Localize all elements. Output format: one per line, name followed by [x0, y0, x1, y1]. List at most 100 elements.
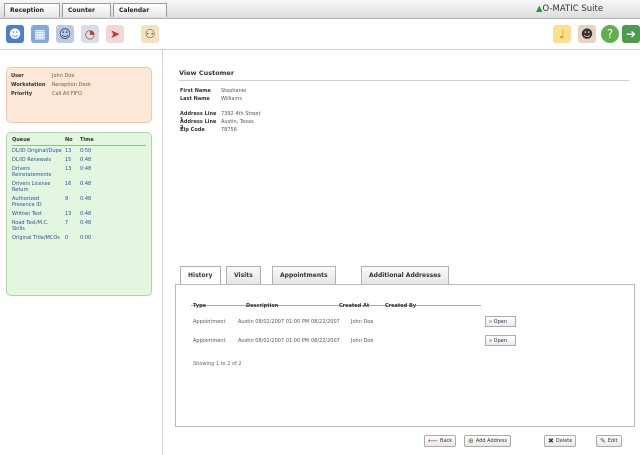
priority-label: Priority — [11, 91, 33, 97]
add-icon: ⊕ — [468, 436, 474, 445]
header-created-at: Created At — [339, 303, 370, 309]
queue-time: 0:48 — [80, 157, 92, 163]
queue-count: 13 — [65, 148, 72, 154]
row-type: Appointment — [193, 338, 226, 344]
row-created-by: John Doe — [351, 338, 374, 344]
queue-count: 16 — [65, 181, 72, 187]
open-button[interactable]: » Open — [485, 316, 516, 327]
open-button-label: Open — [493, 338, 508, 344]
user-value: John Doe — [52, 73, 75, 79]
customer-icon[interactable]: ☻ — [6, 25, 24, 43]
brand-logo: ▲O-MATIC Suite — [536, 4, 603, 14]
back-button-label: Back — [440, 438, 453, 444]
tab-history[interactable]: History — [180, 266, 221, 286]
queue-count: 13 — [65, 211, 72, 217]
queue-count: 7 — [65, 220, 69, 226]
last-name-field: Last Name Williams — [180, 96, 242, 102]
queue-header-time: Time — [80, 137, 94, 143]
queue-row[interactable]: Written Test 13 0:48 — [12, 211, 146, 217]
queue-name: Original Title/MCOs — [12, 235, 60, 241]
delete-icon: ✖ — [548, 436, 554, 445]
first-name-label: First Name — [180, 88, 211, 94]
edit-button[interactable]: ✎ Edit — [596, 435, 622, 447]
first-name-field: First Name Stephanie — [180, 88, 246, 94]
last-name-value: Williams — [221, 96, 242, 102]
queue-row[interactable]: Original Title/MCOs 0 0:00 — [12, 235, 146, 241]
row-type: Appointment — [193, 319, 226, 325]
queue-name: DL/ID Renewals — [12, 157, 51, 163]
queue-time: 0:00 — [80, 235, 92, 241]
header-created-by: Created By — [385, 303, 417, 309]
table-row: Appointment Austin 08/02/2007 01:00 PM 0… — [191, 318, 491, 328]
back-button[interactable]: ⟵ Back — [424, 435, 457, 447]
priority-value: Call All FIFO — [52, 91, 82, 97]
user-info-panel: User John Doe Workstation Reception Desk P… — [6, 67, 152, 123]
queue-header-no: No — [65, 137, 73, 143]
history-table-header: Type Description Created At Created By — [191, 303, 481, 309]
queue-name: Road Test/M.C. Skills — [12, 220, 49, 232]
workstation-label: Workstation — [11, 82, 46, 88]
queue-count: 15 — [65, 157, 72, 163]
tab-additional-addresses[interactable]: Additional Addresses — [361, 266, 449, 285]
row-created-by: John Doe — [351, 319, 374, 325]
workstation-value: Reception Desk — [52, 82, 91, 88]
queue-row[interactable]: DL/ID Renewals 15 0:48 — [12, 157, 146, 163]
row-description: Austin 08/02/2007 01:00 PM — [238, 338, 310, 344]
add-address-button-label: Add Address — [475, 438, 508, 444]
queue-row[interactable]: Drivers License Return 16 0:48 — [12, 181, 146, 193]
pie-chart-icon[interactable]: ◔ — [81, 25, 99, 43]
queue-row[interactable]: Drivers Reinstatements 13 0:48 — [12, 166, 146, 178]
queue-name: Authorized Presence ID — [12, 196, 42, 208]
header-description: Description — [246, 303, 279, 309]
queue-header: Queue No Time — [12, 137, 146, 146]
row-created-at: 08/22/2007 — [311, 319, 340, 325]
tab-counter[interactable]: Counter — [62, 3, 111, 17]
last-name-label: Last Name — [180, 96, 210, 102]
queue-time: 0:50 — [80, 148, 92, 154]
open-button[interactable]: » Open — [485, 335, 516, 346]
users-icon[interactable]: ☺ — [56, 25, 74, 43]
user-status-icon[interactable]: ☻ — [578, 25, 596, 43]
queue-time: 0:48 — [80, 196, 92, 202]
queue-count: 0 — [65, 235, 69, 241]
queue-header-queue: Queue — [12, 137, 31, 143]
queue-row[interactable]: Road Test/M.C. Skills 7 0:48 — [12, 220, 146, 232]
toolbar: ☻ ▦ ☺ ◔ ➤ ⚇ ♩ ☻ ? ➜ — [0, 20, 640, 50]
queue-name: Drivers License Return — [12, 181, 51, 193]
brand-name: O-MATIC Suite — [542, 4, 604, 14]
tab-appointments[interactable]: Appointments — [272, 266, 336, 285]
queue-row[interactable]: Authorized Presence ID 9 0:48 — [12, 196, 146, 208]
queue-row[interactable]: DL/ID Original/Dupe 13 0:50 — [12, 148, 146, 154]
top-tab-bar: Reception Counter Calendar ▲O-MATIC Suit… — [0, 0, 640, 19]
first-name-value: Stephanie — [221, 88, 247, 94]
bell-icon[interactable]: ♩ — [553, 25, 571, 43]
column-divider — [162, 50, 163, 455]
queue-time: 0:48 — [80, 211, 92, 217]
zip-code-label: Zip Code — [180, 127, 205, 133]
open-button-label: Open — [493, 319, 508, 325]
title-divider — [179, 80, 629, 81]
queue-time: 0:48 — [80, 181, 92, 187]
tab-calendar[interactable]: Calendar — [113, 3, 167, 17]
pushpin-icon[interactable]: ➤ — [106, 25, 124, 43]
people-icon[interactable]: ⚇ — [141, 25, 159, 43]
row-created-at: 08/22/2007 — [311, 338, 340, 344]
logout-icon[interactable]: ➜ — [622, 25, 640, 43]
tab-visits[interactable]: Visits — [226, 266, 261, 285]
back-arrow-icon: ⟵ — [428, 436, 439, 445]
queue-name: Drivers Reinstatements — [12, 166, 52, 178]
queue-name: DL/ID Original/Dupe — [12, 148, 62, 154]
calculator-icon[interactable]: ▦ — [31, 25, 49, 43]
delete-button[interactable]: ✖ Delete — [544, 435, 577, 447]
row-description: Austin 08/02/2007 01:00 PM — [238, 319, 310, 325]
edit-pencil-icon: ✎ — [600, 436, 606, 445]
add-address-button[interactable]: ⊕ Add Address — [464, 435, 512, 447]
help-icon[interactable]: ? — [601, 25, 619, 43]
pagination-status: Showing 1 to 2 of 2 — [193, 361, 242, 367]
user-label: User — [11, 73, 24, 79]
queue-count: 9 — [65, 196, 69, 202]
queue-name: Written Test — [12, 211, 42, 217]
zip-code-value: 78756 — [221, 127, 237, 133]
edit-button-label: Edit — [607, 438, 618, 444]
tab-reception[interactable]: Reception — [4, 3, 60, 17]
